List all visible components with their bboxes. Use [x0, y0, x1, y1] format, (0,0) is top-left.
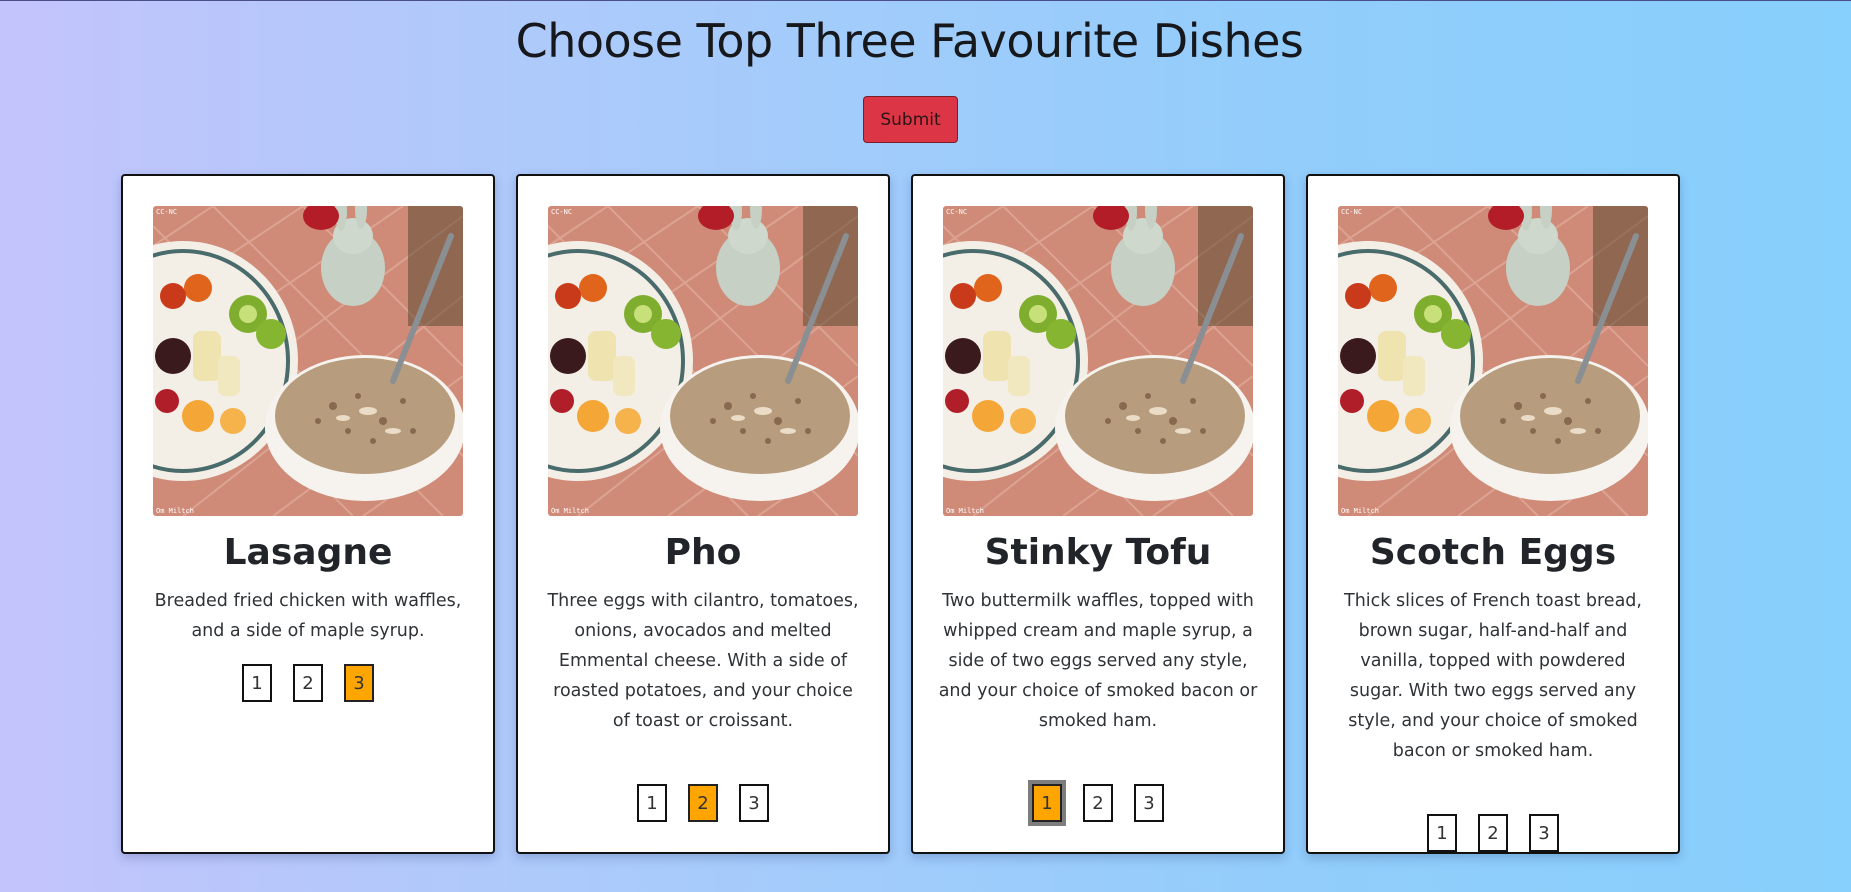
dish-description: Two buttermilk waffles, topped with whip… [938, 591, 1258, 731]
rank-buttons: 1 2 3 [913, 780, 1283, 826]
dish-description: Thick slices of French toast bread, brow… [1344, 591, 1642, 761]
watermark-bottom: Om Miltch [156, 507, 194, 515]
rank-buttons: 1 2 3 [518, 784, 888, 822]
dish-image: CC-NC Om Miltch [548, 206, 858, 516]
dish-name: Lasagne [223, 532, 393, 573]
dish-name: Stinky Tofu [984, 532, 1212, 573]
submit-button[interactable]: Submit [863, 96, 958, 143]
rank-2-button[interactable]: 2 [688, 784, 718, 822]
dish-image: CC-NC Om Miltch [943, 206, 1253, 516]
watermark-bottom: Om Miltch [946, 507, 984, 515]
dish-card-lasagne: CC-NC Om Miltch Lasagne Breaded fried ch… [121, 174, 495, 854]
watermark-top: CC-NC [156, 208, 177, 216]
rank-3-button[interactable]: 3 [1134, 784, 1164, 822]
dish-description: Three eggs with cilantro, tomatoes, onio… [547, 591, 859, 731]
rank-3-button[interactable]: 3 [739, 784, 769, 822]
dish-image: CC-NC Om Miltch [153, 206, 463, 516]
dish-description: Breaded fried chicken with waffles, and … [154, 591, 462, 641]
dish-cards: CC-NC Om Miltch Lasagne Breaded fried ch… [121, 174, 1680, 854]
rank-2-button[interactable]: 2 [1478, 814, 1508, 852]
watermark-bottom: Om Miltch [1341, 507, 1379, 515]
dish-image: CC-NC Om Miltch [1338, 206, 1648, 516]
rank-buttons: 1 2 3 [1308, 814, 1678, 852]
watermark-top: CC-NC [946, 208, 967, 216]
watermark-bottom: Om Miltch [551, 507, 589, 515]
rank-2-button[interactable]: 2 [1083, 784, 1113, 822]
dish-name: Scotch Eggs [1369, 532, 1617, 573]
rank-1-button[interactable]: 1 [1427, 814, 1457, 852]
dish-card-pho: CC-NC Om Miltch Pho Three eggs with cila… [516, 174, 890, 854]
rank-1-button[interactable]: 1 [242, 664, 272, 702]
rank-3-button[interactable]: 3 [1529, 814, 1559, 852]
watermark-top: CC-NC [1341, 208, 1362, 216]
rank-2-button[interactable]: 2 [293, 664, 323, 702]
rank-1-button[interactable]: 1 [637, 784, 667, 822]
rank-buttons: 1 2 3 [123, 664, 493, 702]
page-title: Choose Top Three Favourite Dishes [515, 14, 1304, 68]
rank-3-button[interactable]: 3 [344, 664, 374, 702]
dish-card-stinky-tofu: CC-NC Om Miltch Stinky Tofu Two buttermi… [911, 174, 1285, 854]
dish-card-scotch-eggs: CC-NC Om Miltch Scotch Eggs Thick slices… [1306, 174, 1680, 854]
rank-1-button[interactable]: 1 [1028, 780, 1066, 826]
dish-name: Pho [664, 532, 742, 573]
watermark-top: CC-NC [551, 208, 572, 216]
